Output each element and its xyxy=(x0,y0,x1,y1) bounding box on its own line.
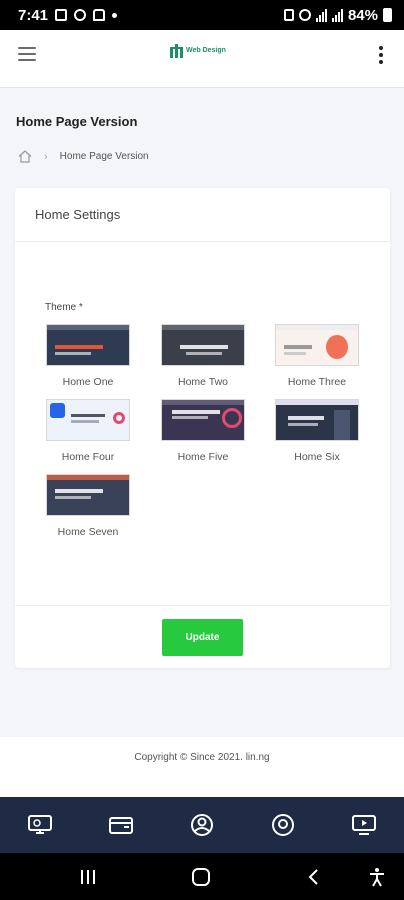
theme-thumbnail xyxy=(275,399,359,441)
theme-name: Home One xyxy=(62,376,114,388)
system-nav-bar xyxy=(0,853,404,900)
recent-apps-icon[interactable] xyxy=(79,867,97,887)
gallery-icon xyxy=(55,9,68,21)
theme-option-home-seven[interactable]: Home Seven xyxy=(45,474,131,538)
theme-name: Home Five xyxy=(177,451,229,463)
app-header: Web Design xyxy=(0,30,404,88)
battery-icon xyxy=(383,8,392,22)
theme-label: Theme * xyxy=(45,302,83,313)
theme-name: Home Four xyxy=(61,451,115,463)
theme-thumbnail xyxy=(46,474,130,516)
location-icon[interactable] xyxy=(270,813,296,837)
home-icon[interactable] xyxy=(18,150,32,163)
theme-name: Home Seven xyxy=(57,526,119,538)
theme-thumbnail xyxy=(161,324,245,366)
theme-thumbnail xyxy=(46,324,130,366)
card-footer: Update xyxy=(15,605,390,668)
theme-thumbnail xyxy=(161,399,245,441)
theme-option-home-three[interactable]: Home Three xyxy=(274,324,360,388)
back-icon[interactable] xyxy=(306,867,320,887)
shirt-icon xyxy=(93,9,106,21)
theme-thumbnail xyxy=(46,399,130,441)
theme-thumbnail xyxy=(275,324,359,366)
chevron-right-icon: › xyxy=(44,150,48,163)
theme-option-home-five[interactable]: Home Five xyxy=(160,399,246,463)
update-button[interactable]: Update xyxy=(162,619,243,656)
card-title: Home Settings xyxy=(15,188,390,242)
site-footer: Copyright © Since 2021. lin.ng xyxy=(0,737,404,797)
alarm-icon xyxy=(298,9,311,21)
theme-name: Home Six xyxy=(294,451,340,463)
notification-dot-icon xyxy=(112,12,118,18)
theme-name: Home Three xyxy=(287,376,347,388)
tv-play-icon[interactable] xyxy=(351,813,377,837)
page-title: Home Page Version xyxy=(16,114,138,129)
theme-option-home-four[interactable]: Home Four xyxy=(45,399,131,463)
lock-icon xyxy=(283,9,294,21)
wifi-signal-icon xyxy=(331,8,343,22)
more-options-icon[interactable] xyxy=(378,46,384,64)
monitor-icon[interactable] xyxy=(27,813,53,837)
home-button-icon[interactable] xyxy=(191,867,211,887)
breadcrumb-current: Home Page Version xyxy=(59,151,149,162)
theme-option-home-six[interactable]: Home Six xyxy=(274,399,360,463)
logo[interactable]: Web Design xyxy=(170,42,226,58)
theme-option-home-two[interactable]: Home Two xyxy=(160,324,246,388)
theme-option-home-one[interactable]: Home One xyxy=(45,324,131,388)
accessibility-icon[interactable] xyxy=(367,867,387,887)
home-settings-card: Home Settings Theme * Home One Home Two … xyxy=(15,188,390,668)
menu-icon[interactable] xyxy=(18,47,36,61)
bottom-nav xyxy=(0,797,404,853)
copyright-text: Copyright © Since 2021. lin.ng xyxy=(134,752,270,763)
logo-text: Web Design xyxy=(186,46,226,54)
signal-icon xyxy=(315,8,327,22)
status-time: 7:41 xyxy=(18,6,49,24)
battery-percent: 84% xyxy=(347,6,378,24)
user-icon[interactable] xyxy=(189,813,215,837)
wallet-icon[interactable] xyxy=(108,813,134,837)
logo-mark-icon xyxy=(170,42,184,58)
status-bar: 7:41 84% xyxy=(0,0,404,30)
location-status-icon xyxy=(74,9,87,21)
breadcrumb: › Home Page Version xyxy=(18,150,149,163)
theme-name: Home Two xyxy=(178,376,228,388)
